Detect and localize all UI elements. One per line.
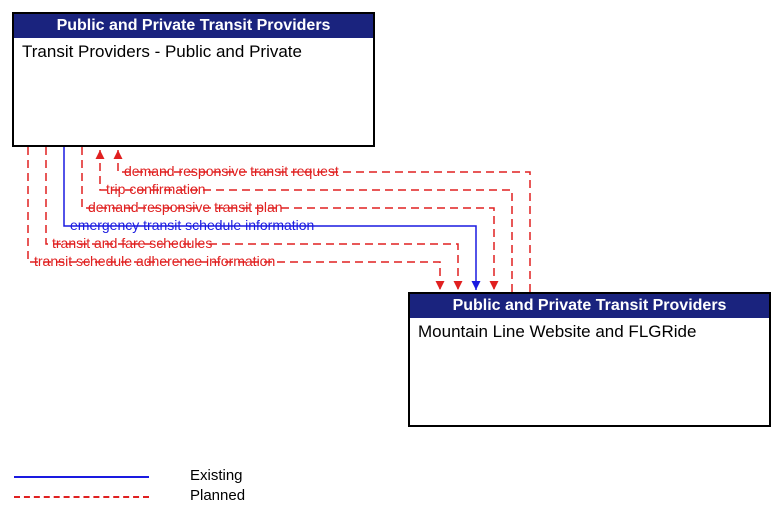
legend-label-existing: Existing	[190, 467, 243, 484]
entity-body-top: Transit Providers - Public and Private	[14, 38, 373, 66]
entity-body-bottom: Mountain Line Website and FLGRide	[410, 318, 769, 346]
entity-box-bottom: Public and Private Transit Providers Mou…	[408, 292, 771, 427]
entity-box-top: Public and Private Transit Providers Tra…	[12, 12, 375, 147]
flow-label-demand-responsive-transit-request: demand responsive transit request	[124, 163, 339, 179]
legend-label-planned: Planned	[190, 487, 245, 504]
flow-label-demand-responsive-transit-plan: demand responsive transit plan	[88, 199, 283, 215]
entity-header-top: Public and Private Transit Providers	[14, 14, 373, 38]
entity-header-bottom: Public and Private Transit Providers	[410, 294, 769, 318]
flow-label-emergency-transit-schedule-information: emergency transit schedule information	[70, 217, 314, 233]
legend-line-planned	[14, 496, 149, 498]
flow-label-transit-and-fare-schedules: transit and fare schedules	[52, 235, 212, 251]
flow-label-trip-confirmation: trip confirmation	[106, 181, 206, 197]
legend-line-existing	[14, 476, 149, 478]
flow-label-transit-schedule-adherence-information: transit schedule adherence information	[34, 253, 275, 269]
